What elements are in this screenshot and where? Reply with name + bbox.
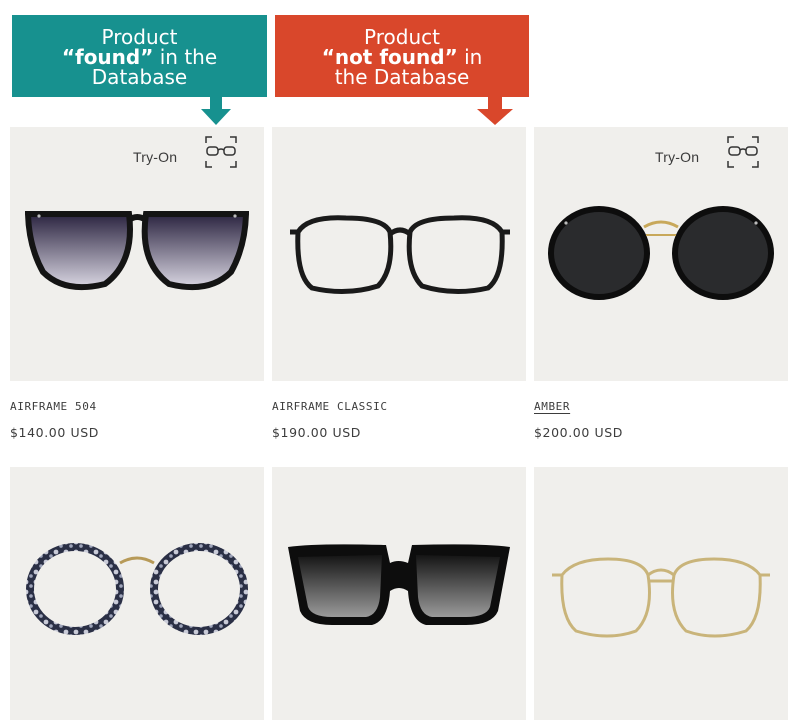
product-price: $200.00 USD (534, 425, 623, 440)
callout-found-line3: Database (91, 65, 188, 89)
clear-square-glasses-image (290, 215, 510, 295)
gradient-sunglasses-image (25, 211, 249, 291)
product-name[interactable]: AMBER (534, 400, 570, 413)
product-name[interactable]: AIRFRAME 504 (10, 400, 97, 413)
product-card-airframe-classic[interactable] (272, 127, 526, 381)
arrow-down-icon (477, 97, 513, 125)
try-on-label: Try-On (655, 149, 700, 165)
product-card[interactable] (534, 467, 788, 720)
callout-found-line1: Product (101, 25, 178, 49)
product-price: $140.00 USD (10, 425, 99, 440)
callout-not-found-line3: the Database (334, 65, 470, 89)
callout-found: Product “found” in the Database (12, 15, 267, 97)
product-name[interactable]: AIRFRAME CLASSIC (272, 400, 388, 413)
product-card-airframe-504[interactable]: Try-On (10, 127, 264, 381)
gold-wire-glasses-image (552, 557, 770, 638)
try-on-label: Try-On (133, 149, 178, 165)
product-card[interactable] (272, 467, 526, 720)
arrow-down-icon (201, 97, 231, 125)
try-on-icon[interactable] (204, 135, 238, 169)
try-on-icon[interactable] (726, 135, 760, 169)
product-card-amber[interactable]: Try-On (534, 127, 788, 381)
product-price: $190.00 USD (272, 425, 361, 440)
callout-not-found-line1: Product (364, 25, 440, 49)
product-card[interactable] (10, 467, 264, 720)
callout-not-found: Product “not found” in the Database (275, 15, 529, 97)
dark-round-sunglasses-image (548, 206, 774, 300)
tortoise-round-glasses-image (26, 543, 248, 635)
oversized-square-sunglasses-image (288, 544, 510, 625)
